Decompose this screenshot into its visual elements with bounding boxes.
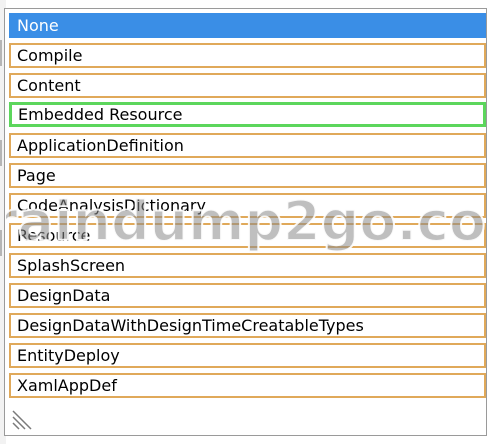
resize-grip-icon[interactable]: [11, 409, 37, 431]
dropdown-option-application-definition[interactable]: ApplicationDefinition: [9, 133, 486, 158]
dropdown-option-xaml-app-def[interactable]: XamlAppDef: [9, 373, 486, 398]
dropdown-option-embedded-resource[interactable]: Embedded Resource: [9, 102, 486, 127]
dropdown-option-resource[interactable]: Resource: [9, 223, 486, 248]
dropdown-option-page[interactable]: Page: [9, 163, 486, 188]
dropdown-option-design-data[interactable]: DesignData: [9, 283, 486, 308]
dropdown-option-design-data-with-design-time-creatable-types[interactable]: DesignDataWithDesignTimeCreatableTypes: [9, 313, 486, 338]
build-action-dropdown-list[interactable]: None Compile Content Embedded Resource A…: [4, 8, 487, 436]
dropdown-option-compile[interactable]: Compile: [9, 43, 486, 68]
dropdown-option-content[interactable]: Content: [9, 73, 486, 98]
dropdown-option-none[interactable]: None: [9, 13, 486, 38]
dropdown-option-entity-deploy[interactable]: EntityDeploy: [9, 343, 486, 368]
screenshot-frame: None Compile Content Embedded Resource A…: [0, 0, 490, 444]
dropdown-option-splash-screen[interactable]: SplashScreen: [9, 253, 486, 278]
dropdown-option-code-analysis-dictionary[interactable]: CodeAnalysisDictionary: [9, 193, 486, 218]
